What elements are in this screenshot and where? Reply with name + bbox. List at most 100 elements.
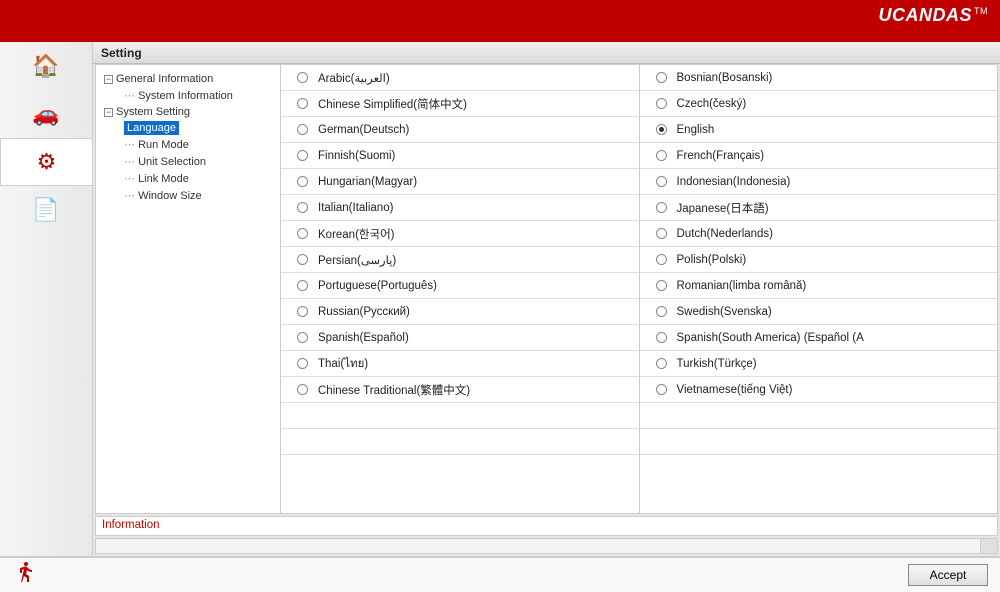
nav-sidebar: 🏠 🚗 ⚙ 📄	[0, 42, 92, 556]
radio-icon[interactable]	[297, 150, 308, 161]
language-label: Vietnamese(tiếng Việt)	[677, 384, 793, 396]
language-option[interactable]: Chinese Traditional(繁體中文)	[281, 377, 639, 403]
language-label: Polish(Polski)	[677, 254, 747, 266]
language-label: Swedish(Svenska)	[677, 306, 772, 318]
panel-body: −General Information ⋯ System Informatio…	[95, 64, 998, 514]
language-option[interactable]: Turkish(Türkçe)	[640, 351, 998, 377]
radio-icon[interactable]	[297, 306, 308, 317]
collapse-icon[interactable]: −	[104, 108, 113, 117]
language-label: Bosnian(Bosanski)	[677, 72, 773, 84]
tree-system-setting[interactable]: −System Setting	[100, 104, 276, 120]
radio-icon[interactable]	[656, 176, 667, 187]
radio-icon[interactable]	[297, 332, 308, 343]
language-label: Czech(český)	[677, 98, 747, 110]
language-option[interactable]: Korean(한국어)	[281, 221, 639, 247]
nav-settings[interactable]: ⚙	[0, 138, 92, 186]
radio-icon[interactable]	[656, 384, 667, 395]
nav-report[interactable]: 📄	[0, 186, 92, 234]
language-column-left: Arabic(العربية)Chinese Simplified(简体中文)G…	[281, 65, 640, 513]
nav-home[interactable]: 🏠	[0, 42, 92, 90]
language-label: Finnish(Suomi)	[318, 150, 395, 162]
language-option[interactable]: Persian(پارسی)	[281, 247, 639, 273]
brand-tm: TM	[974, 6, 988, 16]
empty-row	[640, 429, 998, 455]
language-label: Portuguese(Português)	[318, 280, 437, 292]
radio-icon[interactable]	[656, 124, 667, 135]
language-option[interactable]: Arabic(العربية)	[281, 65, 639, 91]
language-label: Spanish(South America) (Español (A	[677, 332, 864, 344]
language-option[interactable]: Thai(ไทย)	[281, 351, 639, 377]
collapse-icon[interactable]: −	[104, 75, 113, 84]
content-panel: Setting −General Information ⋯ System In…	[92, 42, 1000, 556]
radio-icon[interactable]	[297, 280, 308, 291]
language-label: Indonesian(Indonesia)	[677, 176, 791, 188]
language-option[interactable]: Czech(český)	[640, 91, 998, 117]
tree-unit-selection[interactable]: ⋯ Unit Selection	[100, 153, 276, 170]
radio-icon[interactable]	[656, 202, 667, 213]
language-label: English	[677, 124, 715, 136]
radio-icon[interactable]	[656, 332, 667, 343]
car-icon: 🚗	[32, 101, 59, 127]
language-option[interactable]: Bosnian(Bosanski)	[640, 65, 998, 91]
information-bar: Information	[95, 516, 998, 536]
main-area: 🏠 🚗 ⚙ 📄 Setting −General Information ⋯ S…	[0, 42, 1000, 556]
language-option[interactable]: Italian(Italiano)	[281, 195, 639, 221]
tree-run-mode[interactable]: ⋯ Run Mode	[100, 136, 276, 153]
tree-link-mode[interactable]: ⋯ Link Mode	[100, 170, 276, 187]
home-icon: 🏠	[32, 53, 59, 79]
language-option[interactable]: Spanish(South America) (Español (A	[640, 325, 998, 351]
top-banner: UCANDASTM	[0, 0, 1000, 30]
radio-icon[interactable]	[297, 72, 308, 83]
radio-icon[interactable]	[297, 98, 308, 109]
radio-icon[interactable]	[656, 254, 667, 265]
tree-system-information[interactable]: ⋯ System Information	[100, 87, 276, 104]
radio-icon[interactable]	[656, 306, 667, 317]
language-option[interactable]: English	[640, 117, 998, 143]
tree-window-size[interactable]: ⋯ Window Size	[100, 187, 276, 204]
language-option[interactable]: Russian(Русский)	[281, 299, 639, 325]
radio-icon[interactable]	[656, 358, 667, 369]
language-option[interactable]: French(Français)	[640, 143, 998, 169]
panel-title: Setting	[93, 42, 1000, 64]
language-option[interactable]: Dutch(Nederlands)	[640, 221, 998, 247]
language-option[interactable]: Indonesian(Indonesia)	[640, 169, 998, 195]
settings-tree: −General Information ⋯ System Informatio…	[96, 65, 281, 513]
language-option[interactable]: Portuguese(Português)	[281, 273, 639, 299]
language-option[interactable]: German(Deutsch)	[281, 117, 639, 143]
language-label: Thai(ไทย)	[318, 355, 368, 373]
radio-icon[interactable]	[297, 384, 308, 395]
nav-vehicle[interactable]: 🚗	[0, 90, 92, 138]
radio-icon[interactable]	[297, 202, 308, 213]
language-option[interactable]: Spanish(Español)	[281, 325, 639, 351]
bottom-bar: Accept	[0, 556, 1000, 592]
tree-language[interactable]: Language	[100, 120, 276, 136]
language-option[interactable]: Romanian(limba română)	[640, 273, 998, 299]
empty-row	[640, 403, 998, 429]
radio-icon[interactable]	[297, 176, 308, 187]
language-option[interactable]: Chinese Simplified(简体中文)	[281, 91, 639, 117]
radio-icon[interactable]	[297, 228, 308, 239]
horizontal-scrollbar[interactable]	[95, 538, 998, 554]
radio-icon[interactable]	[656, 98, 667, 109]
radio-icon[interactable]	[656, 72, 667, 83]
radio-icon[interactable]	[656, 150, 667, 161]
language-option[interactable]: Swedish(Svenska)	[640, 299, 998, 325]
tree-general-information[interactable]: −General Information	[100, 71, 276, 87]
radio-icon[interactable]	[297, 358, 308, 369]
empty-row	[281, 429, 639, 455]
radio-icon[interactable]	[656, 280, 667, 291]
radio-icon[interactable]	[297, 124, 308, 135]
language-column-right: Bosnian(Bosanski) Czech(český) English Fren…	[640, 65, 998, 513]
empty-row	[281, 403, 639, 429]
language-label: Dutch(Nederlands)	[677, 228, 774, 240]
document-icon: 📄	[32, 197, 59, 223]
language-option[interactable]: Hungarian(Magyar)	[281, 169, 639, 195]
language-option[interactable]: Polish(Polski)	[640, 247, 998, 273]
running-man-icon[interactable]	[12, 560, 36, 590]
accept-button[interactable]: Accept	[908, 564, 988, 586]
language-option[interactable]: Finnish(Suomi)	[281, 143, 639, 169]
language-option[interactable]: Japanese(日本語)	[640, 195, 998, 221]
language-option[interactable]: Vietnamese(tiếng Việt)	[640, 377, 998, 403]
radio-icon[interactable]	[297, 254, 308, 265]
radio-icon[interactable]	[656, 228, 667, 239]
